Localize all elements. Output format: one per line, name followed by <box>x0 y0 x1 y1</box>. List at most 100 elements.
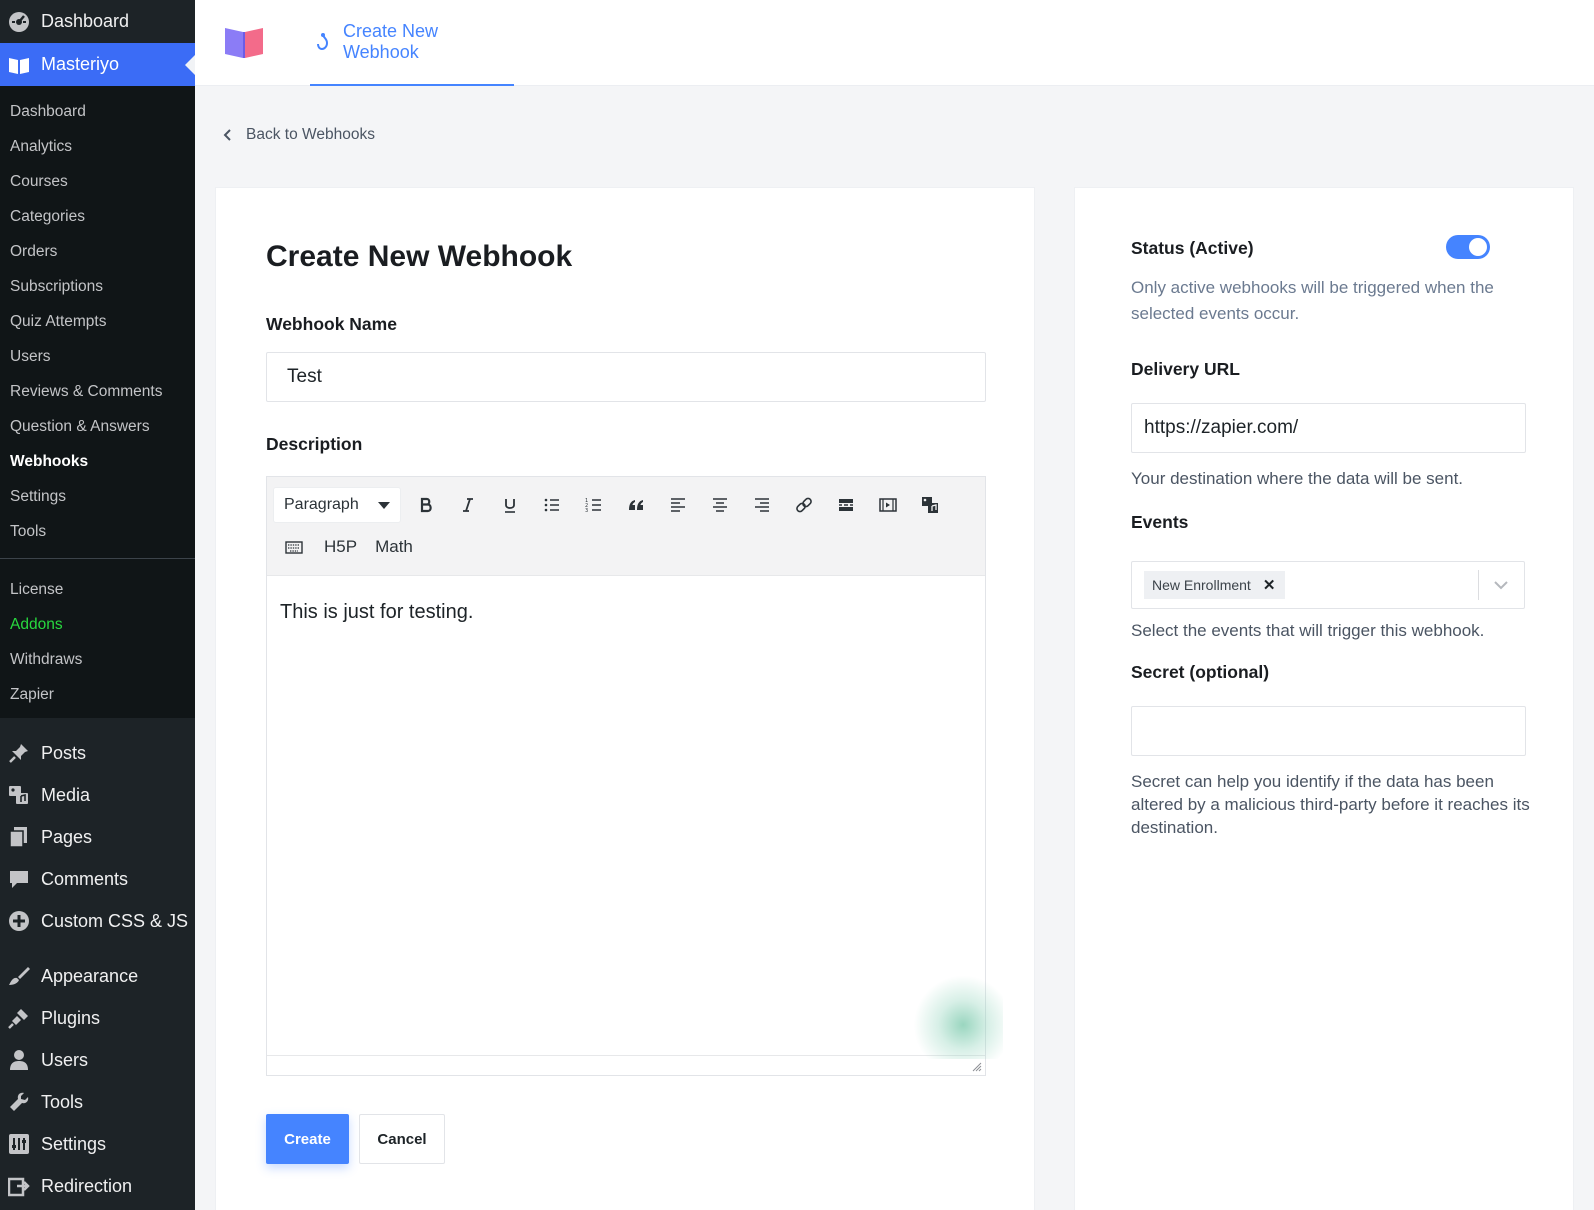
submenu-dashboard[interactable]: Dashboard <box>0 94 195 129</box>
submenu-users[interactable]: Users <box>0 339 195 374</box>
menu-posts[interactable]: Posts <box>0 732 195 774</box>
underline-button[interactable] <box>489 487 531 523</box>
delivery-url-input[interactable]: https://zapier.com/ <box>1131 403 1526 453</box>
submenu-tools[interactable]: Tools <box>0 514 195 549</box>
block-format-select[interactable]: Paragraph <box>273 487 401 523</box>
settings-icon <box>7 1132 31 1156</box>
back-to-webhooks-link[interactable]: Back to Webhooks <box>220 126 375 144</box>
menu-label: Posts <box>41 742 87 763</box>
webhook-form-card: Create New Webhook Webhook Name Test Des… <box>215 187 1035 1210</box>
quote-icon <box>629 500 643 510</box>
menu-comments[interactable]: Comments <box>0 858 195 900</box>
description-label: Description <box>266 434 363 454</box>
insert-link-button[interactable] <box>783 487 825 523</box>
menu-tools[interactable]: Tools <box>0 1081 195 1123</box>
submenu-subscriptions[interactable]: Subscriptions <box>0 269 195 304</box>
description-editor: Paragraph 123 H5P Math This is just for … <box>266 476 1003 1076</box>
resize-handle-icon[interactable] <box>970 1060 982 1072</box>
masteriyo-logo[interactable] <box>223 24 265 60</box>
bold-icon <box>420 497 432 513</box>
events-label: Events <box>1131 512 1189 532</box>
secret-help: Secret can help you identify if the data… <box>1131 772 1530 837</box>
create-button[interactable]: Create <box>266 1114 349 1164</box>
submenu-question-answers[interactable]: Question & Answers <box>0 409 195 444</box>
menu-label: Users <box>41 1049 89 1070</box>
submenu-zapier[interactable]: Zapier <box>0 677 195 712</box>
delivery-url-help: Your destination where the data will be … <box>1131 469 1464 488</box>
menu-custom-css-js[interactable]: Custom CSS & JS <box>0 900 195 942</box>
menu-label: Custom CSS & JS <box>41 910 189 931</box>
numbered-list-button[interactable]: 123 <box>573 487 615 523</box>
embed-video-button[interactable] <box>867 487 909 523</box>
keyboard-shortcuts-button[interactable] <box>273 529 315 565</box>
submenu-orders[interactable]: Orders <box>0 234 195 269</box>
submenu-webhooks[interactable]: Webhooks <box>0 444 195 479</box>
top-bar: Create New Webhook <box>195 0 1594 86</box>
bold-button[interactable] <box>405 487 447 523</box>
submenu-reviews-comments[interactable]: Reviews & Comments <box>0 374 195 409</box>
menu-label: Comments <box>41 868 129 889</box>
svg-text:3: 3 <box>585 508 588 514</box>
menu-masteriyo[interactable]: Masteriyo <box>0 43 195 86</box>
italic-button[interactable] <box>447 487 489 523</box>
align-center-icon <box>713 498 727 512</box>
blockquote-button[interactable] <box>615 487 657 523</box>
remove-tag-icon[interactable]: ✕ <box>1263 576 1276 594</box>
redirect-icon <box>7 1174 31 1198</box>
secret-input[interactable] <box>1131 706 1526 756</box>
media-icon <box>922 497 938 513</box>
submenu-courses[interactable]: Courses <box>0 164 195 199</box>
align-left-icon <box>671 498 685 512</box>
submenu-settings[interactable]: Settings <box>0 479 195 514</box>
menu-settings[interactable]: Settings <box>0 1123 195 1165</box>
plus-circle-icon <box>7 909 31 933</box>
align-center-button[interactable] <box>699 487 741 523</box>
cancel-button[interactable]: Cancel <box>359 1114 445 1164</box>
admin-sidebar: Dashboard Masteriyo Dashboard Analytics … <box>0 0 195 1210</box>
add-media-button[interactable] <box>909 487 951 523</box>
editor-toolbar: Paragraph 123 H5P Math <box>267 477 985 576</box>
submenu-categories[interactable]: Categories <box>0 199 195 234</box>
pages-icon <box>7 825 31 849</box>
events-help: Select the events that will trigger this… <box>1131 621 1485 640</box>
h5p-button[interactable]: H5P <box>315 537 366 557</box>
menu-plugins[interactable]: Plugins <box>0 997 195 1039</box>
link-icon <box>796 497 812 513</box>
caret-down-icon <box>378 501 390 509</box>
main-menu: Posts Media Pages Comments Custom CSS & … <box>0 718 195 1207</box>
menu-media[interactable]: Media <box>0 774 195 816</box>
menu-users[interactable]: Users <box>0 1039 195 1081</box>
toolbar-row-2: H5P Math <box>273 528 422 566</box>
menu-dashboard[interactable]: Dashboard <box>0 0 195 43</box>
read-more-icon <box>839 499 853 511</box>
keyboard-icon <box>285 541 303 554</box>
webhook-settings-card: Status (Active) Only active webhooks wil… <box>1074 187 1574 1210</box>
read-more-button[interactable] <box>825 487 867 523</box>
align-left-button[interactable] <box>657 487 699 523</box>
submenu-license[interactable]: License <box>0 572 195 607</box>
submenu-withdraws[interactable]: Withdraws <box>0 642 195 677</box>
masteriyo-icon <box>7 53 31 77</box>
menu-pages[interactable]: Pages <box>0 816 195 858</box>
submenu-analytics[interactable]: Analytics <box>0 129 195 164</box>
submenu-quiz-attempts[interactable]: Quiz Attempts <box>0 304 195 339</box>
menu-label: Media <box>41 784 91 805</box>
submenu-addons[interactable]: Addons <box>0 607 195 642</box>
chevron-down-icon[interactable] <box>1492 576 1510 594</box>
secret-label: Secret (optional) <box>1131 662 1270 682</box>
math-button[interactable]: Math <box>366 537 422 557</box>
menu-label: Tools <box>41 1091 84 1112</box>
webhook-name-input[interactable]: Test <box>266 352 986 402</box>
status-toggle[interactable] <box>1446 235 1490 259</box>
events-select[interactable]: New Enrollment ✕ <box>1131 561 1525 609</box>
editor-content[interactable]: This is just for testing. <box>280 601 473 624</box>
menu-appearance[interactable]: Appearance <box>0 955 195 997</box>
user-icon <box>7 1048 31 1072</box>
menu-redirection[interactable]: Redirection <box>0 1165 195 1207</box>
bullet-list-button[interactable] <box>531 487 573 523</box>
menu-label: Appearance <box>41 965 139 986</box>
tab-create-new-webhook[interactable]: Create New Webhook <box>310 0 514 86</box>
media-icon <box>7 783 31 807</box>
chevron-left-icon <box>220 126 236 144</box>
align-right-button[interactable] <box>741 487 783 523</box>
